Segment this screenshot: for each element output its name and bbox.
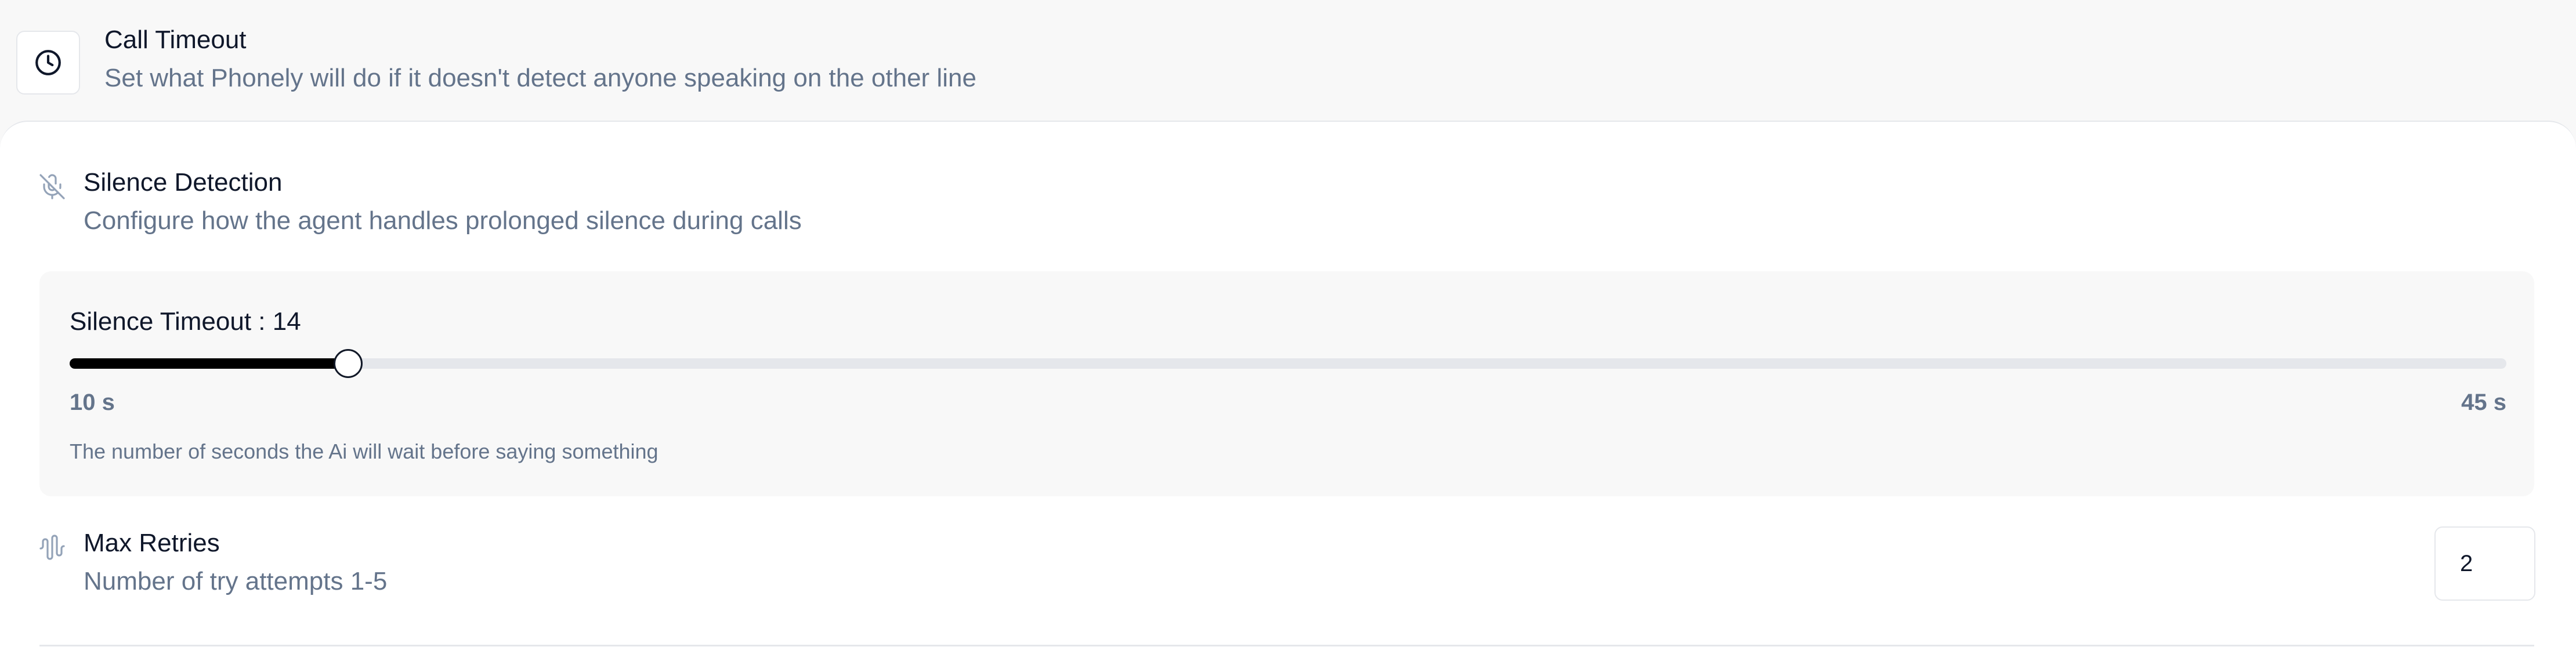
silence-detection-description: Configure how the agent handles prolonge… bbox=[84, 206, 802, 235]
section-divider bbox=[39, 645, 2534, 646]
clock-icon bbox=[35, 50, 61, 75]
slider-fill bbox=[70, 358, 348, 369]
call-timeout-title: Call Timeout bbox=[104, 26, 247, 54]
slider-min-label: 10 s bbox=[70, 390, 115, 415]
call-timeout-header: Call Timeout Set what Phonely will do if… bbox=[0, 0, 2576, 123]
silence-timeout-help: The number of seconds the Ai will wait b… bbox=[70, 439, 659, 463]
mic-off-icon bbox=[39, 174, 65, 199]
slider-max-label: 45 s bbox=[2461, 390, 2506, 415]
waveform-icon bbox=[39, 535, 65, 560]
silence-timeout-label: Silence Timeout : 14 bbox=[70, 307, 301, 336]
max-retries-description: Number of try attempts 1-5 bbox=[84, 567, 388, 595]
silence-detection-title: Silence Detection bbox=[84, 168, 283, 197]
silence-timeout-slider[interactable] bbox=[70, 349, 2506, 378]
max-retries-title: Max Retries bbox=[84, 529, 220, 557]
silence-timeout-panel: Silence Timeout : 14 10 s 45 s The numbe… bbox=[39, 271, 2534, 496]
call-timeout-description: Set what Phonely will do if it doesn't d… bbox=[104, 64, 976, 92]
max-retries-input[interactable] bbox=[2434, 526, 2535, 601]
slider-thumb[interactable] bbox=[334, 349, 363, 378]
clock-icon-box bbox=[16, 31, 80, 95]
